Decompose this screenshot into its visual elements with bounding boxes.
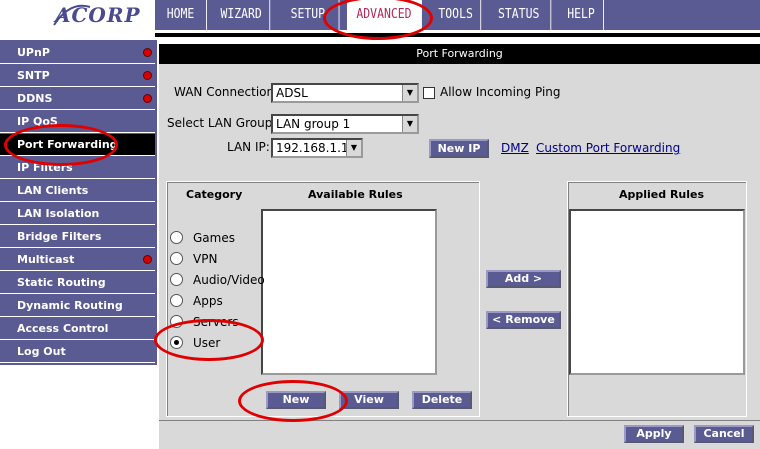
category-label-user: User [193,336,221,350]
lan-ip-value: 192.168.1.1 [276,141,349,155]
sidebar-item-label: IP Filters [17,161,73,174]
sidebar-item-label: Dynamic Routing [17,299,123,312]
sidebar-item-static-routing[interactable]: Static Routing [0,272,155,294]
category-radio-servers[interactable] [170,315,183,328]
applied-rules-header: Applied Rules [619,188,705,201]
applied-rules-list[interactable] [569,209,745,375]
chevron-down-icon: ▼ [346,140,361,156]
sidebar-item-sntp[interactable]: SNTP [0,65,155,87]
sidebar-item-label: Bridge Filters [17,230,102,243]
sidebar-item-label: Log Out [17,345,66,358]
allow-ping-label: Allow Incoming Ping [440,85,561,99]
category-radio-audio-video[interactable] [170,273,183,286]
chevron-down-icon: ▼ [402,85,417,101]
category-label-vpn: VPN [193,252,218,266]
sidebar-item-bridge-filters[interactable]: Bridge Filters [0,226,155,248]
sidebar-item-label: LAN Isolation [17,207,100,220]
category-header: Category [186,188,243,201]
allow-ping-checkbox[interactable] [423,87,435,99]
sidebar: UPnP SNTP DDNS IP QoS Port Forwarding IP… [0,40,159,365]
sidebar-item-label: Port Forwarding [17,138,118,151]
sidebar-item-access-control[interactable]: Access Control [0,318,155,340]
sidebar-item-ip-filters[interactable]: IP Filters [0,157,155,179]
lan-ip-label: LAN IP: [227,140,270,154]
wan-connection-value: ADSL [276,86,308,100]
lan-group-select[interactable]: LAN group 1 ▼ [271,114,419,134]
nav-tools[interactable]: TOOLS [431,0,482,30]
category-radio-user[interactable] [170,336,183,349]
sidebar-item-ddns[interactable]: DDNS [0,88,155,110]
nav-wizard[interactable]: WIZARD [213,0,271,30]
sidebar-item-port-forwarding[interactable]: Port Forwarding [0,134,155,156]
sidebar-item-label: LAN Clients [17,184,89,197]
available-rules-header: Available Rules [308,188,403,201]
sidebar-item-log-out[interactable]: Log Out [0,341,155,363]
status-dot-icon [143,94,152,103]
sidebar-item-label: DDNS [17,92,53,105]
sidebar-item-dynamic-routing[interactable]: Dynamic Routing [0,295,155,317]
cancel-button[interactable]: Cancel [694,425,754,443]
sidebar-item-label: Static Routing [17,276,106,289]
nav-divider [155,33,760,37]
add-rule-button[interactable]: Add > [486,270,561,288]
brand-logo: ACORP [55,3,141,27]
nav-home[interactable]: HOME [155,0,207,30]
nav-advanced[interactable]: ADVANCED [347,0,422,30]
nav-status[interactable]: STATUS [487,0,552,30]
chevron-down-icon: ▼ [402,116,417,132]
category-label-apps: Apps [193,294,223,308]
nav-setup[interactable]: SETUP [277,0,340,30]
available-rules-list[interactable] [261,209,437,375]
sidebar-item-multicast[interactable]: Multicast [0,249,155,271]
top-nav: HOME WIZARD SETUP ADVANCED TOOLS STATUS … [155,0,760,30]
sidebar-item-upnp[interactable]: UPnP [0,42,155,64]
view-rule-button[interactable]: View [339,391,399,409]
category-label-servers: Servers [193,315,239,329]
wan-connection-label: WAN Connection: [174,85,279,99]
lan-group-label: Select LAN Group: [167,116,277,130]
category-label-audio-video: Audio/Video [193,273,265,287]
dmz-link[interactable]: DMZ [501,141,529,155]
delete-rule-button[interactable]: Delete [412,391,472,409]
category-radio-vpn[interactable] [170,252,183,265]
sidebar-spacer [0,30,155,40]
category-label-games: Games [193,231,235,245]
wan-connection-select[interactable]: ADSL ▼ [271,83,419,103]
lan-ip-select[interactable]: 192.168.1.1 ▼ [271,138,363,158]
status-dot-icon [143,48,152,57]
category-radio-games[interactable] [170,231,183,244]
sidebar-item-lan-clients[interactable]: LAN Clients [0,180,155,202]
sidebar-item-label: IP QoS [17,115,58,128]
new-rule-button[interactable]: New [266,391,326,409]
category-radio-apps[interactable] [170,294,183,307]
sidebar-item-label: SNTP [17,69,50,82]
page-title: Port Forwarding [159,44,760,64]
remove-rule-button[interactable]: < Remove [486,311,561,329]
sidebar-item-ip-qos[interactable]: IP QoS [0,111,155,133]
sidebar-item-label: Access Control [17,322,109,335]
new-ip-button[interactable]: New IP [429,139,489,158]
apply-button[interactable]: Apply [624,425,684,443]
custom-port-forwarding-link[interactable]: Custom Port Forwarding [536,141,680,155]
status-dot-icon [143,71,152,80]
nav-help[interactable]: HELP [559,0,604,30]
lan-group-value: LAN group 1 [276,117,351,131]
sidebar-item-label: UPnP [17,46,50,59]
status-dot-icon [143,255,152,264]
sidebar-item-label: Multicast [17,253,75,266]
sidebar-item-lan-isolation[interactable]: LAN Isolation [0,203,155,225]
